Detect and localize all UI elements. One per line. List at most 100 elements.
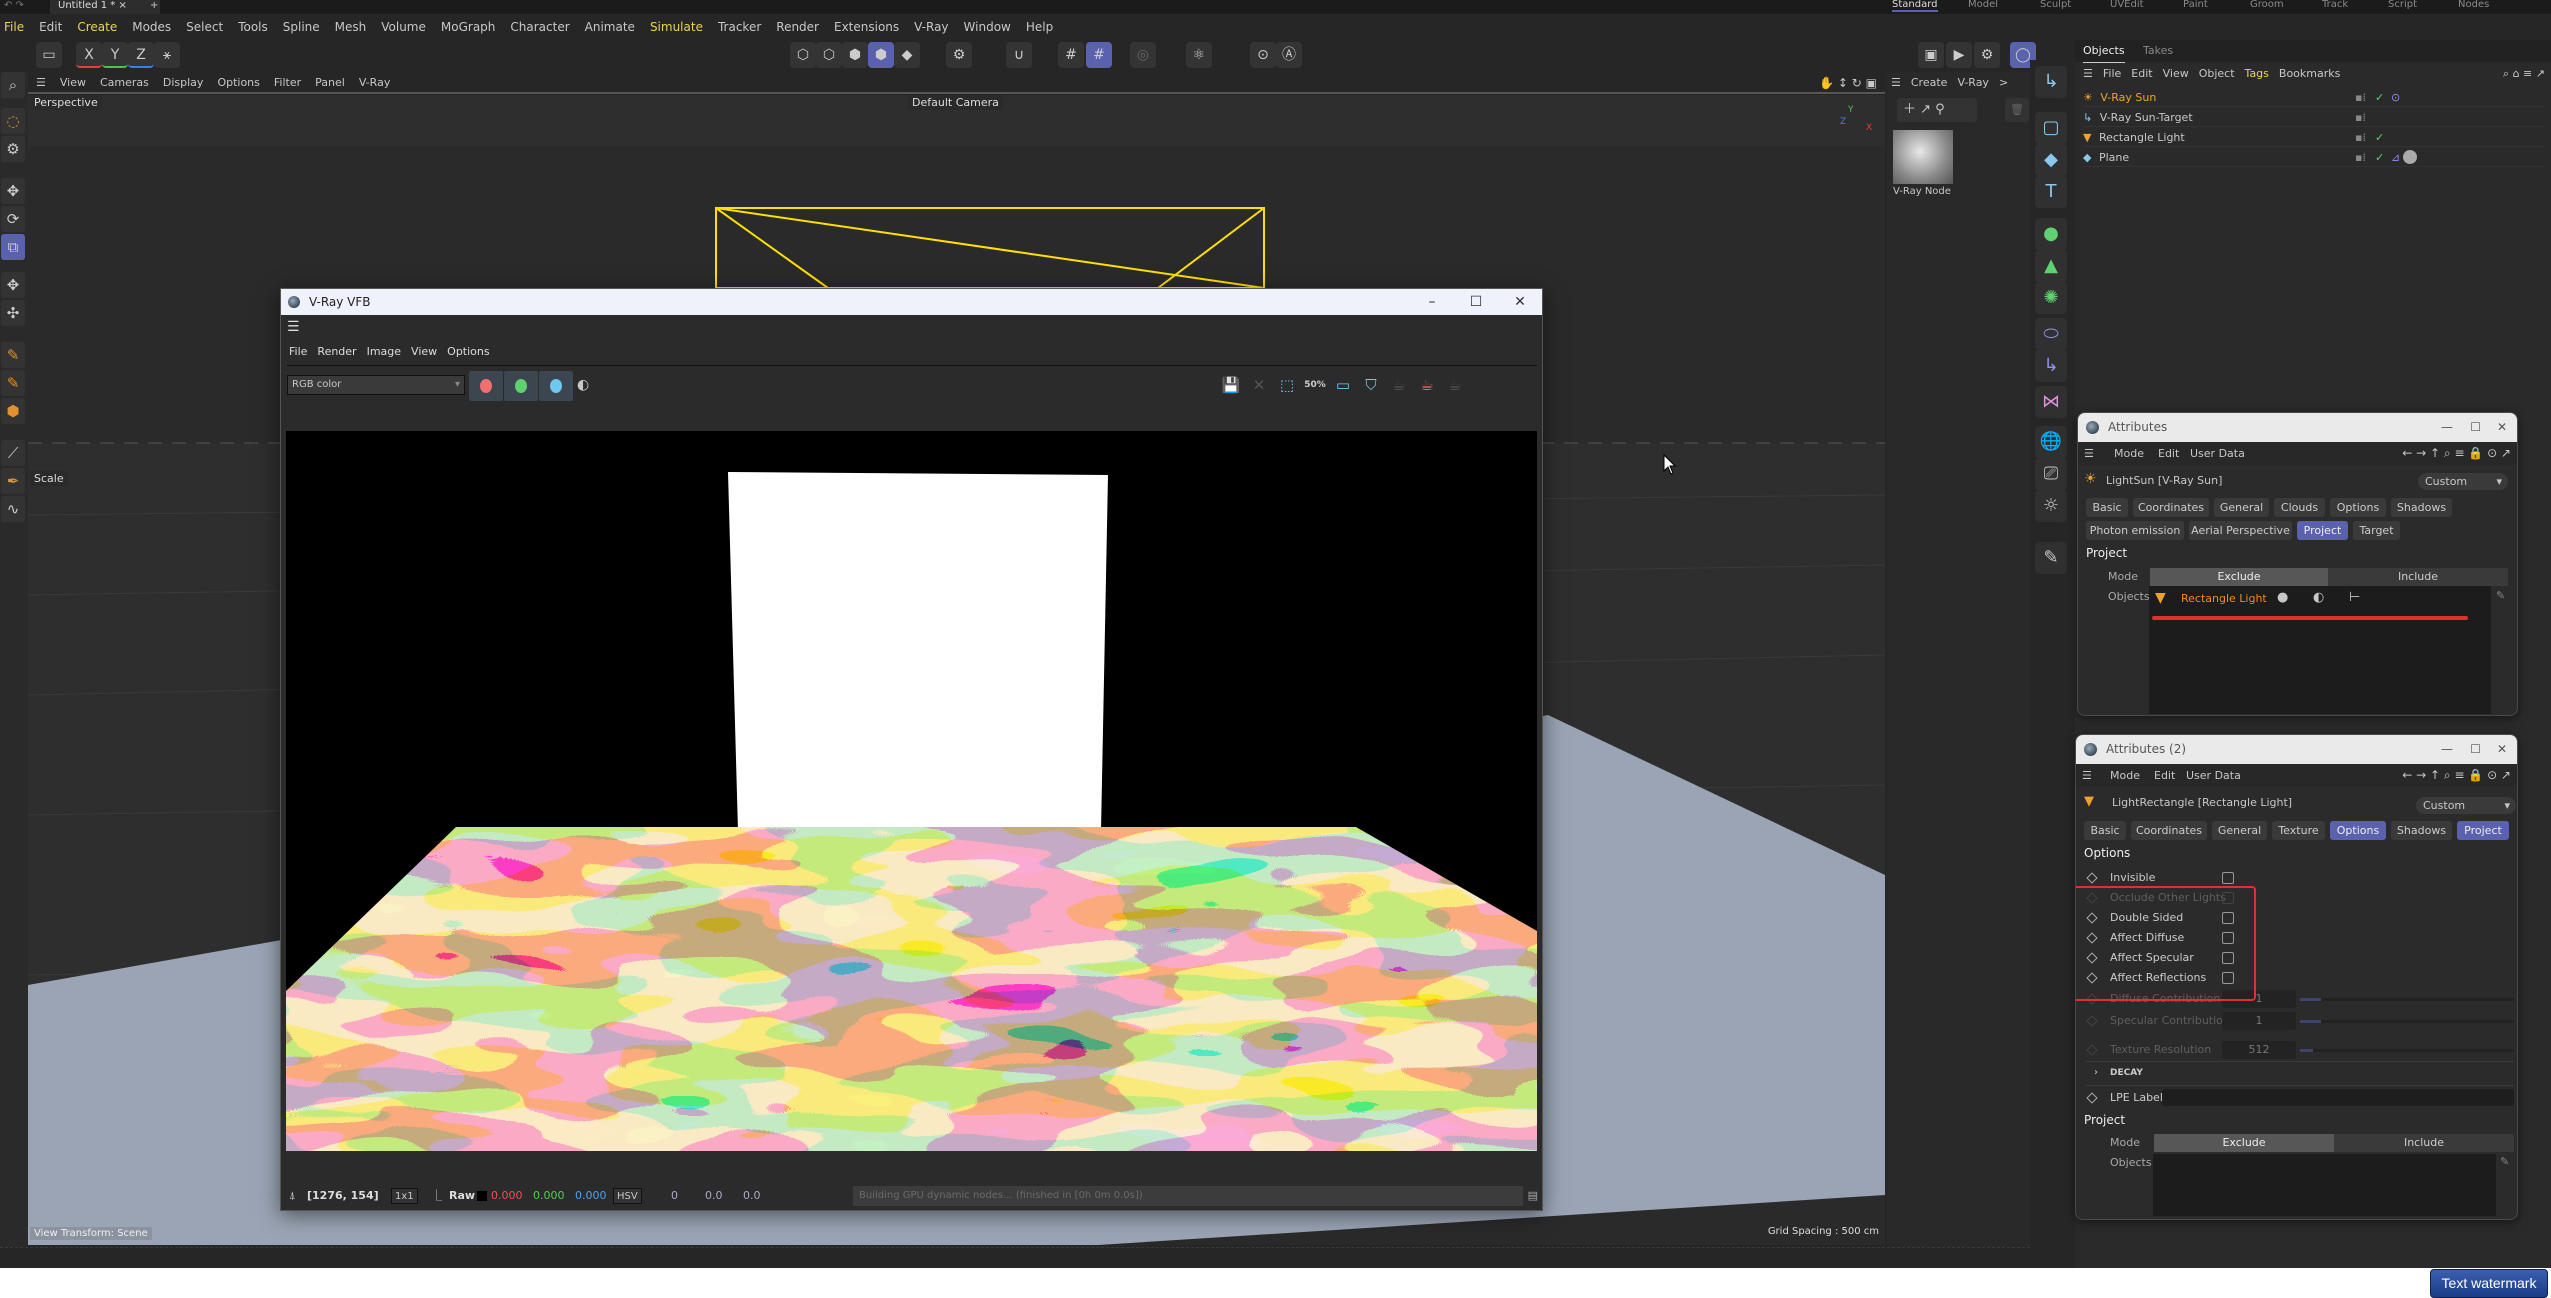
material-thumbnail[interactable] <box>1893 130 1953 184</box>
attr-menu-edit[interactable]: Edit <box>2154 764 2175 787</box>
vfb-menu-image[interactable]: Image <box>367 341 401 363</box>
stop-render-icon[interactable]: ☕ <box>1415 373 1439 397</box>
attr-menu-mode[interactable]: Mode <box>2110 764 2140 787</box>
attr-menu-mode[interactable]: Mode <box>2114 442 2144 465</box>
object-name[interactable]: V-Ray Sun-Target <box>2100 111 2193 124</box>
viewport-menu-vray[interactable]: V-Ray <box>359 72 391 92</box>
track-mouse-icon[interactable]: ▭ <box>1331 373 1355 397</box>
menu-mograph[interactable]: MoGraph <box>441 16 496 38</box>
object-row-vray-sun-target[interactable]: ↳ V-Ray Sun-Target ▪⁞ <box>2083 108 2543 127</box>
menu-tracker[interactable]: Tracker <box>718 16 761 38</box>
attr-nav-icons[interactable]: ← → ↑ ⌕ ≡ 🔒 ⊙ ↗ <box>2402 442 2511 465</box>
blue-channel-button[interactable] <box>539 371 573 401</box>
points-mode-icon[interactable]: ⬡ <box>790 42 816 68</box>
interactive-render-icon[interactable]: ⛉ <box>1359 373 1383 397</box>
vfb-menu-options[interactable]: Options <box>447 341 489 363</box>
menu-volume[interactable]: Volume <box>381 16 426 38</box>
uvw-tag-icon[interactable]: ⊿ <box>2391 148 2400 167</box>
alpha-channel-icon[interactable]: ◐ <box>577 377 589 393</box>
timeline-bar[interactable] <box>0 1247 2030 1268</box>
layout-tab-groom[interactable]: Groom <box>2250 0 2284 10</box>
tab-basic[interactable]: Basic <box>2084 821 2126 840</box>
clipboard-icon[interactable]: ▭ <box>36 42 62 68</box>
document-tab[interactable]: Untitled 1 * × <box>50 0 160 14</box>
tab-general[interactable]: General <box>2212 821 2267 840</box>
mode-include-button[interactable]: Include <box>2334 1134 2514 1152</box>
brush-icon[interactable]: ⟋ <box>1 440 25 466</box>
menu-edit[interactable]: Edit <box>39 16 62 38</box>
attr-menu-user-data[interactable]: User Data <box>2190 442 2245 465</box>
render-image[interactable] <box>286 431 1537 1151</box>
sky-icon[interactable]: 🌐 <box>2035 426 2067 458</box>
visibility-dots-icon[interactable]: ▪⁞ <box>2355 88 2366 107</box>
render-view-icon[interactable]: ▣ <box>1918 42 1944 68</box>
stage-camera-icon[interactable]: ⎚ <box>2035 458 2067 490</box>
render-last-icon[interactable]: ☕ <box>1443 373 1467 397</box>
render-teapot-icon[interactable]: ☕ <box>1387 373 1411 397</box>
tab-aerial-perspective[interactable]: Aerial Perspective <box>2189 521 2292 540</box>
om-menu-bookmarks[interactable]: Bookmarks <box>2279 64 2340 84</box>
vfb-menu-render[interactable]: Render <box>317 341 356 363</box>
minimize-button[interactable]: — <box>2441 735 2453 764</box>
layout-tab-paint[interactable]: Paint <box>2183 0 2208 10</box>
om-menu-tags[interactable]: Tags <box>2245 64 2269 84</box>
axis-y-button[interactable]: Y <box>102 42 128 68</box>
edit-icon[interactable]: ✎ <box>2035 542 2067 574</box>
material-tag-icon[interactable] <box>2403 150 2417 164</box>
sketch-pen-icon[interactable]: ✒ <box>1 468 25 494</box>
viewport-menu-view[interactable]: View <box>60 72 86 92</box>
tab-project[interactable]: Project <box>2297 521 2348 540</box>
menu-create[interactable]: Create <box>77 16 117 38</box>
close-button[interactable]: ✕ <box>2497 735 2507 764</box>
enabled-check-icon[interactable]: ✓ <box>2375 128 2384 147</box>
tab-shadows[interactable]: Shadows <box>2391 498 2452 517</box>
cube-icon[interactable]: ◆ <box>2035 144 2067 176</box>
tab-photon-emission[interactable]: Photon emission <box>2086 521 2184 540</box>
object-name[interactable]: Plane <box>2099 151 2129 164</box>
object-row-rectangle-light[interactable]: ▼ Rectangle Light ▪⁞ ✓ <box>2083 128 2543 147</box>
menu-help[interactable]: Help <box>1026 16 1053 38</box>
spline-tools-icon[interactable]: ⬢ <box>1 398 25 424</box>
generator-icon[interactable]: ● <box>2035 218 2067 250</box>
rotate-icon[interactable]: ⟳ <box>1 206 25 232</box>
attributes-title-bar[interactable]: Attributes (2) — ☐ ✕ <box>2076 735 2517 764</box>
maximize-button[interactable]: ☐ <box>2470 735 2481 764</box>
tab-coordinates[interactable]: Coordinates <box>2133 498 2209 517</box>
mode-include-button[interactable]: Include <box>2328 568 2508 586</box>
specular-contribution-slider[interactable] <box>2300 1020 2514 1023</box>
menu-window[interactable]: Window <box>964 16 1011 38</box>
axis-settings-icon[interactable]: ⚙ <box>946 42 972 68</box>
layout-tab-standard[interactable]: Standard <box>1892 0 1938 12</box>
symmetry-icon[interactable]: ◎ <box>1130 42 1156 68</box>
vfb-menu-view[interactable]: View <box>411 341 437 363</box>
channel-select[interactable]: RGB color ▾ <box>287 375 465 395</box>
specular-contribution-input[interactable]: 1 <box>2222 1012 2296 1030</box>
hierarchy-toggle-icon[interactable]: ⊢ <box>2349 590 2360 605</box>
tab-general[interactable]: General <box>2214 498 2269 517</box>
close-button[interactable]: ✕ <box>2497 413 2507 442</box>
keyframe-icon[interactable] <box>2086 1044 2098 1056</box>
layout-tab-model[interactable]: Model <box>1968 0 1998 10</box>
transform-icon[interactable]: ✥ <box>1 272 25 298</box>
menu-file[interactable]: File <box>4 16 24 38</box>
hamburger-icon[interactable]: ☰ <box>2083 64 2093 84</box>
lpe-label-input[interactable] <box>2162 1089 2514 1106</box>
mode-exclude-button[interactable]: Exclude <box>2150 568 2328 586</box>
zoom-percent-icon[interactable]: 50% <box>1303 373 1327 397</box>
menu-spline[interactable]: Spline <box>283 16 320 38</box>
object-row-plane[interactable]: ◆ Plane ▪⁞ ✓ ⊿ <box>2083 148 2543 167</box>
clear-image-icon[interactable]: ✕ <box>1247 373 1271 397</box>
tab-target[interactable]: Target <box>2353 521 2400 540</box>
menu-select[interactable]: Select <box>186 16 223 38</box>
model-mode-icon[interactable]: ⬢ <box>868 42 894 68</box>
om-search-icons[interactable]: ⌕ ⌂ ≡ ↗ <box>2503 64 2545 84</box>
preset-select[interactable]: Custom ▾ <box>2418 473 2508 490</box>
diffuse-contribution-slider[interactable] <box>2300 998 2514 1001</box>
tab-texture[interactable]: Texture <box>2272 821 2325 840</box>
content-menu-create[interactable]: Create <box>1911 72 1948 94</box>
minimize-button[interactable]: – <box>1410 289 1454 315</box>
layout-tab-sculpt[interactable]: Sculpt <box>2040 0 2071 10</box>
chevron-right-icon[interactable]: › <box>2094 1067 2098 1078</box>
objects-list[interactable] <box>2153 1154 2496 1216</box>
keyframe-icon[interactable] <box>2086 1092 2098 1104</box>
